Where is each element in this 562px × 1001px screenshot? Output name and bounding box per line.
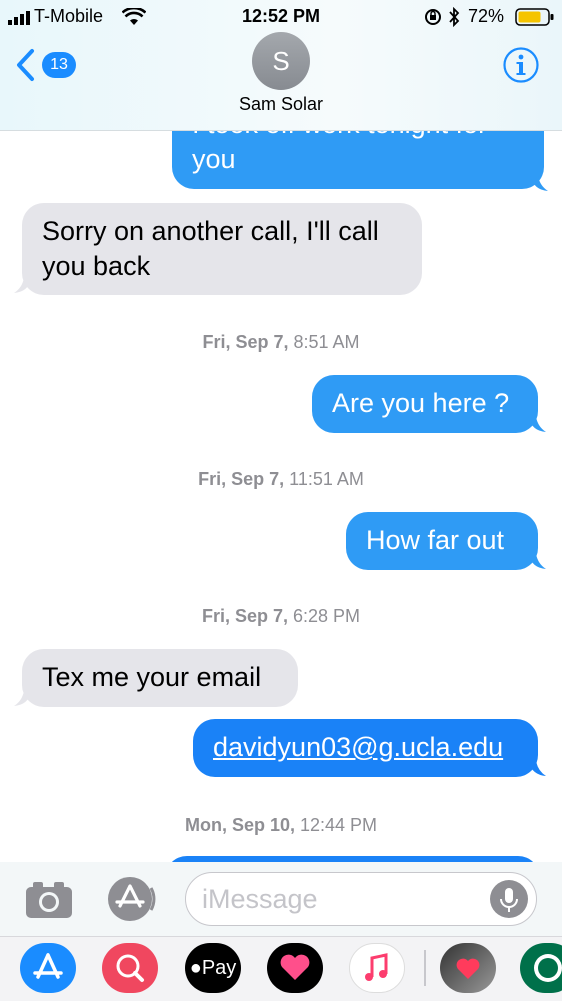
info-button[interactable]: [502, 46, 540, 84]
rotation-lock-icon: [424, 8, 442, 26]
message-bubble-incoming[interactable]: Tex me your email: [22, 649, 298, 707]
apple-pay-icon[interactable]: ●Pay: [185, 943, 241, 993]
timestamp: Fri, Sep 7, 6:28 PM: [201, 606, 361, 626]
message-line: I took off work tonight for: [192, 131, 524, 142]
starbucks-icon[interactable]: [520, 943, 562, 993]
message-input-placeholder: iMessage: [202, 884, 318, 914]
avatar[interactable]: S: [252, 32, 310, 90]
app-store-icon[interactable]: [20, 943, 76, 993]
apple-logo-icon: ●: [189, 957, 202, 979]
message-bubble-outgoing[interactable]: davidyun03@g.ucla.edu: [193, 719, 538, 777]
bubble-tail: [530, 176, 548, 191]
email-link[interactable]: davidyun03@g.ucla.edu: [213, 732, 503, 762]
timestamp: Fri, Sep 7, 11:51 AM: [198, 469, 364, 489]
apps-button[interactable]: [105, 874, 157, 924]
apple-pay-label: Pay: [201, 957, 237, 979]
chevron-left-icon: [17, 49, 34, 81]
message-line: you: [192, 144, 236, 174]
camera-icon: [26, 882, 72, 918]
info-icon: [503, 47, 539, 83]
clipped-message-area: I took off work tonight for you: [0, 131, 562, 191]
microphone-icon: [500, 888, 518, 912]
search-images-icon[interactable]: [102, 943, 158, 993]
memoji-icon[interactable]: [440, 943, 496, 993]
timestamp: Fri, Sep 7, 8:51 AM: [202, 332, 360, 352]
message-line: you back: [42, 251, 151, 281]
camera-button[interactable]: [24, 878, 74, 920]
message-bubble-outgoing[interactable]: How far out: [346, 512, 538, 570]
timestamp: Mon, Sep 10, 12:44 PM: [184, 815, 378, 835]
bubble-tail: [14, 278, 32, 293]
message-bubble-outgoing[interactable]: I took off work tonight for you: [172, 131, 544, 189]
battery-icon: [515, 8, 555, 26]
bubble-tail: [528, 554, 546, 569]
unread-count-badge[interactable]: 13: [42, 52, 76, 78]
message-line: Sorry on another call, I'll call: [42, 216, 379, 246]
bubble-tail: [14, 691, 32, 706]
contact-name[interactable]: Sam Solar: [0, 94, 562, 115]
divider: [424, 950, 426, 986]
microphone-button[interactable]: [490, 880, 528, 918]
app-store-icon: [108, 877, 156, 921]
message-bubble-outgoing[interactable]: Are you here ?: [312, 375, 538, 433]
bluetooth-icon: [448, 6, 460, 28]
digital-touch-icon[interactable]: [267, 943, 323, 993]
music-icon[interactable]: [349, 943, 405, 993]
battery-percentage: 72%: [468, 6, 505, 26]
message-bubble-incoming[interactable]: Sorry on another call, I'll call you bac…: [22, 203, 422, 295]
bubble-tail: [528, 761, 546, 776]
bubble-tail: [528, 417, 546, 432]
